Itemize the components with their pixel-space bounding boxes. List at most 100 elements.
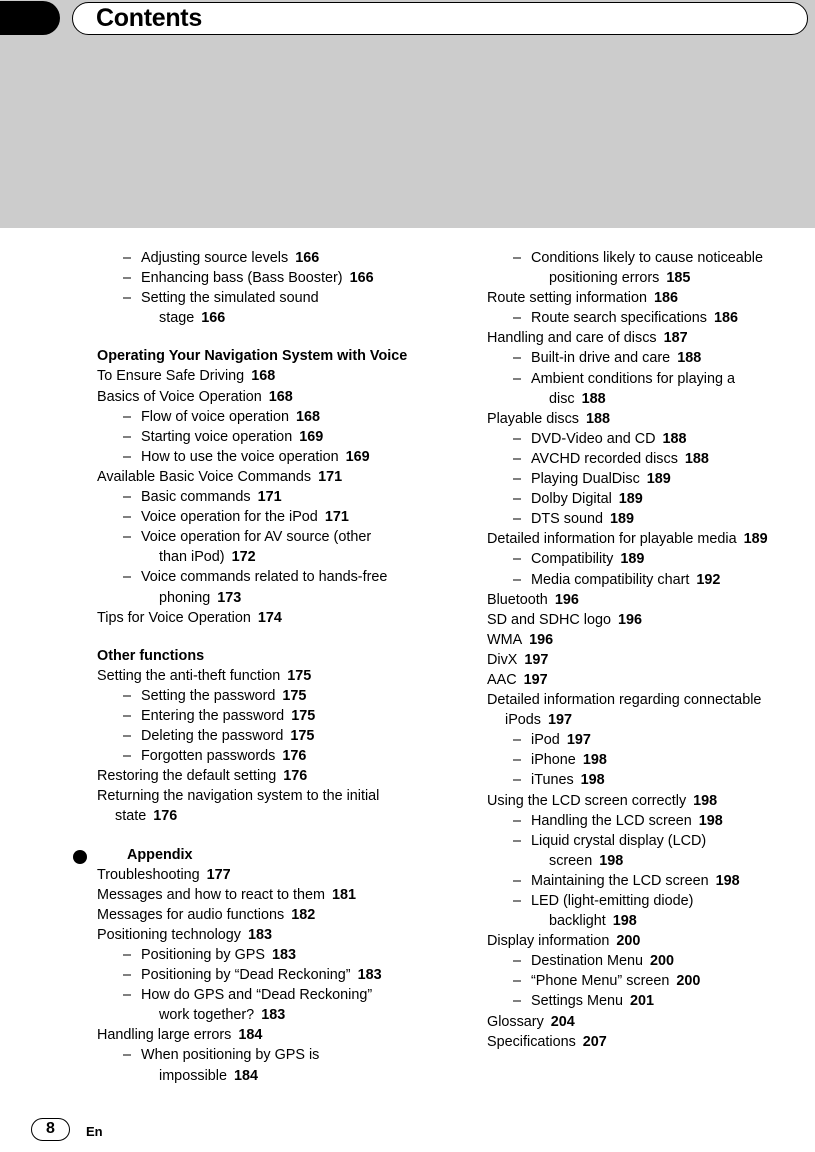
toc-subsection-entry[interactable]: – Voice operation for the iPod 171 — [97, 507, 442, 527]
toc-section-entry[interactable]: WMA 196 — [487, 630, 815, 650]
toc-section-entry[interactable]: Restoring the default setting 176 — [97, 766, 442, 786]
toc-subsection-entry[interactable]: – Starting voice operation 169 — [97, 427, 442, 447]
toc-section-entry[interactable]: SD and SDHC logo 196 — [487, 610, 815, 630]
toc-subsection-entry[interactable]: – Setting the password 175 — [97, 686, 442, 706]
toc-entry-label: Settings Menu — [531, 993, 623, 1010]
toc-entry-label: Messages for audio functions — [97, 906, 285, 923]
toc-subsection-entry[interactable]: – Basic commands 171 — [97, 487, 442, 507]
toc-subsection-entry[interactable]: – DVD-Video and CD 188 — [487, 429, 815, 449]
language-code: En — [86, 1124, 103, 1139]
toc-entry-label: Voice operation for the iPod — [141, 509, 318, 526]
toc-entry-label: Conditions likely to cause noticeable — [531, 250, 763, 266]
toc-section-entry[interactable]: Tips for Voice Operation 174 — [97, 608, 442, 628]
toc-section-entry[interactable]: Returning the navigation system to the i… — [97, 786, 442, 826]
toc-section-entry[interactable]: AAC 197 — [487, 670, 815, 690]
toc-section-entry[interactable]: Bluetooth 196 — [487, 590, 815, 610]
toc-subsection-entry[interactable]: – iPhone 198 — [487, 750, 815, 770]
toc-section-entry[interactable]: DivX 197 — [487, 650, 815, 670]
toc-section-entry[interactable]: Messages and how to react to them 181 — [97, 885, 442, 905]
toc-chapter-heading[interactable]: Operating Your Navigation System with Vo… — [97, 346, 442, 366]
toc-subsection-entry[interactable]: – Dolby Digital 189 — [487, 489, 815, 509]
toc-subsection-entry[interactable]: – Entering the password 175 — [97, 706, 442, 726]
toc-subsection-entry[interactable]: – LED (light-emitting diode) backlight 198 — [487, 891, 815, 931]
toc-subsection-entry[interactable]: – Playing DualDisc 189 — [487, 469, 815, 489]
toc-section-entry[interactable]: Messages for audio functions 182 — [97, 905, 442, 925]
toc-subsection-entry[interactable]: – Forgotten passwords 176 — [97, 746, 442, 766]
toc-entry-label-continuation: disc 188 — [549, 390, 606, 407]
toc-entry-label: DTS sound — [531, 511, 603, 528]
toc-subsection-entry[interactable]: – DTS sound 189 — [487, 509, 815, 529]
toc-subsection-entry[interactable]: – iPod 197 — [487, 730, 815, 750]
toc-subsection-entry[interactable]: – iTunes 198 — [487, 770, 815, 790]
toc-section-entry[interactable]: Troubleshooting 177 — [97, 865, 442, 885]
toc-entry-label-continuation: state 176 — [115, 808, 178, 825]
toc-subsection-entry[interactable]: – Flow of voice operation 168 — [97, 407, 442, 427]
toc-subsection-entry[interactable]: – Deleting the password 175 — [97, 726, 442, 746]
toc-page-number: 188 — [662, 430, 687, 447]
toc-subsection-entry[interactable]: – Liquid crystal display (LCD) screen 198 — [487, 831, 815, 871]
toc-entry-label: AVCHD recorded discs — [531, 450, 678, 467]
toc-entry-label: Specifications — [487, 1033, 576, 1050]
toc-page-number: 168 — [268, 388, 293, 405]
dash-icon: – — [513, 732, 522, 749]
toc-chapter-heading-bulleted[interactable]: Appendix — [73, 845, 442, 865]
dash-icon: – — [513, 752, 522, 769]
toc-page-number: 171 — [257, 489, 282, 506]
toc-subsection-entry[interactable]: – “Phone Menu” screen 200 — [487, 971, 815, 991]
dash-icon: – — [513, 511, 522, 528]
toc-subsection-entry[interactable]: – How to use the voice operation 169 — [97, 447, 442, 467]
toc-subsection-entry[interactable]: – Ambient conditions for playing a disc 188 — [487, 369, 815, 409]
toc-subsection-entry[interactable]: – Conditions likely to cause noticeable po… — [487, 248, 815, 288]
toc-entry-label: Handling and care of discs — [487, 330, 657, 347]
toc-subsection-entry[interactable]: – AVCHD recorded discs 188 — [487, 449, 815, 469]
toc-subsection-entry[interactable]: – Media compatibility chart 192 — [487, 570, 815, 590]
toc-subsection-entry[interactable]: – Voice operation for AV source (other tha… — [97, 527, 442, 567]
toc-subsection-entry[interactable]: – How do GPS and “Dead Reckoning” work tog… — [97, 985, 442, 1025]
toc-chapter-heading[interactable]: Other functions — [97, 646, 442, 666]
dash-icon: – — [123, 428, 132, 445]
toc-section-entry[interactable]: Route setting information 186 — [487, 288, 815, 308]
toc-subsection-entry[interactable]: – Built-in drive and care 188 — [487, 348, 815, 368]
toc-section-entry[interactable]: Display information 200 — [487, 931, 815, 951]
toc-page-number: 189 — [743, 531, 768, 548]
toc-section-entry[interactable]: Basics of Voice Operation 168 — [97, 387, 442, 407]
toc-subsection-entry[interactable]: – Compatibility 189 — [487, 549, 815, 569]
toc-subsection-entry[interactable]: – Settings Menu 201 — [487, 991, 815, 1011]
toc-page-number: 189 — [620, 551, 645, 568]
toc-entry-label: Positioning by GPS — [141, 947, 265, 963]
toc-entry-label-continuation: than iPod) 172 — [159, 549, 256, 566]
toc-section-entry[interactable]: Using the LCD screen correctly 198 — [487, 791, 815, 811]
toc-entry-label: Adjusting source levels — [141, 250, 289, 266]
dash-icon: – — [123, 967, 132, 984]
toc-section-entry[interactable]: Setting the anti-theft function 175 — [97, 666, 442, 686]
toc-page-number: 198 — [612, 913, 637, 930]
toc-section-entry[interactable]: Available Basic Voice Commands 171 — [97, 467, 442, 487]
dash-icon: – — [513, 772, 522, 789]
toc-subsection-entry[interactable]: – Adjusting source levels 166 — [97, 248, 442, 268]
toc-section-entry[interactable]: Handling and care of discs 187 — [487, 328, 815, 348]
toc-section-entry[interactable]: Positioning technology 183 — [97, 925, 442, 945]
dash-icon: – — [513, 430, 522, 447]
toc-subsection-entry[interactable]: – Handling the LCD screen 198 — [487, 811, 815, 831]
toc-entry-label: LED (light-emitting diode) — [531, 893, 694, 909]
toc-section-entry[interactable]: To Ensure Safe Driving 168 — [97, 366, 442, 386]
toc-subsection-entry[interactable]: – Setting the simulated sound stage 166 — [97, 288, 442, 328]
toc-subsection-entry[interactable]: – When positioning by GPS is impossible 184 — [97, 1045, 442, 1085]
toc-section-entry[interactable]: Detailed information for playable media 1… — [487, 529, 815, 549]
toc-subsection-entry[interactable]: – Positioning by GPS 183 — [97, 945, 442, 965]
toc-subsection-entry[interactable]: – Destination Menu 200 — [487, 951, 815, 971]
toc-section-entry[interactable]: Handling large errors 184 — [97, 1025, 442, 1045]
toc-subsection-entry[interactable]: – Enhancing bass (Bass Booster) 166 — [97, 268, 442, 288]
toc-subsection-entry[interactable]: – Positioning by “Dead Reckoning” 183 — [97, 965, 442, 985]
toc-section-entry[interactable]: Specifications 207 — [487, 1032, 815, 1052]
toc-subsection-entry[interactable]: – Route search specifications 186 — [487, 308, 815, 328]
toc-section-entry[interactable]: Glossary 204 — [487, 1012, 815, 1032]
toc-section-entry[interactable]: Detailed information regarding connectab… — [487, 690, 815, 730]
toc-entry-label: Ambient conditions for playing a — [531, 370, 735, 387]
page-number: 8 — [31, 1118, 70, 1141]
toc-subsection-entry[interactable]: – Maintaining the LCD screen 198 — [487, 871, 815, 891]
toc-entry-label: “Phone Menu” screen — [531, 973, 670, 990]
toc-subsection-entry[interactable]: – Voice commands related to hands-free pho… — [97, 567, 442, 607]
dash-icon: – — [513, 350, 522, 367]
toc-section-entry[interactable]: Playable discs 188 — [487, 409, 815, 429]
